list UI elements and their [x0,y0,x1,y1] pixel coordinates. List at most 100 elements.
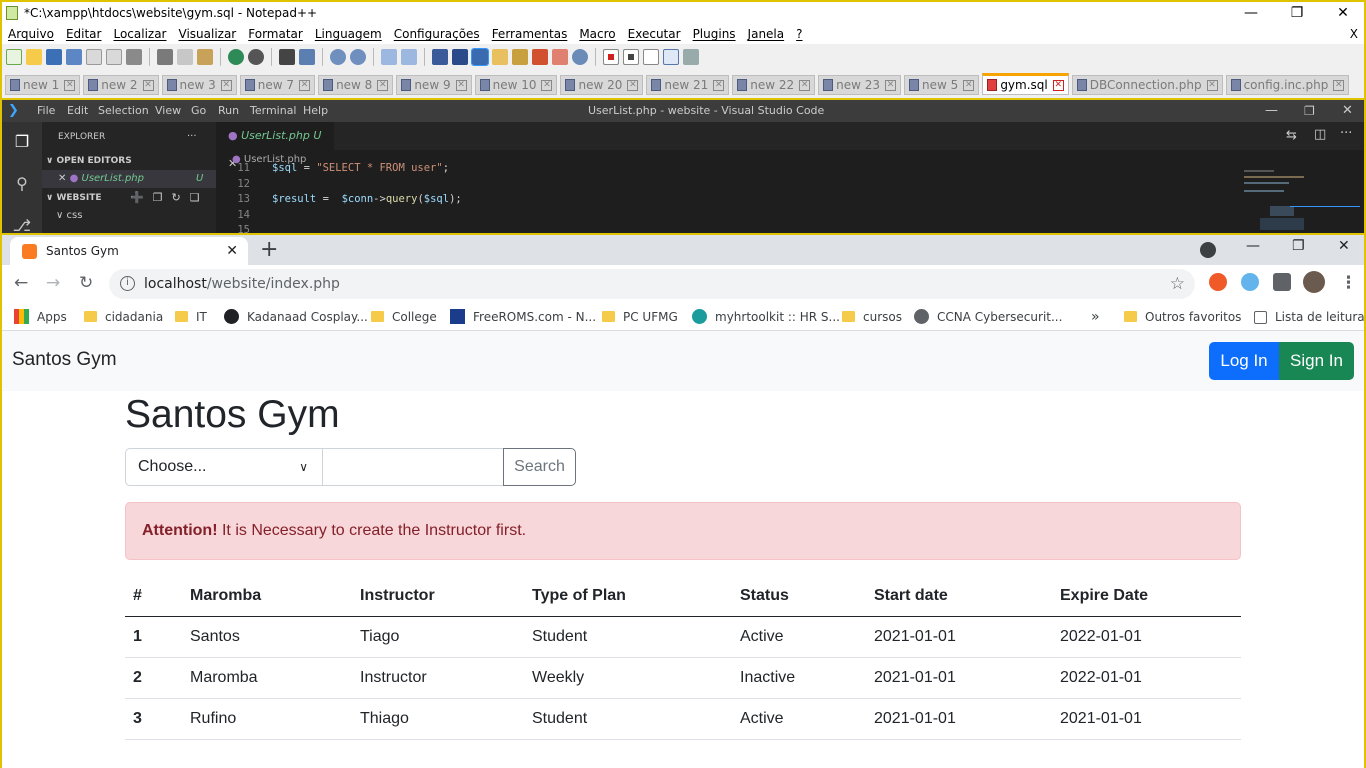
zoom-out-icon[interactable] [350,49,366,65]
npp-tab[interactable]: new 2 ✕ [83,75,159,95]
close-tab-icon[interactable]: ✕ [142,79,154,91]
extensions-puzzle-icon[interactable] [1273,273,1291,291]
vsc-minimize-icon[interactable]: — [1265,100,1278,122]
sync-vertical-icon[interactable] [381,49,397,65]
paste-icon[interactable] [197,49,213,65]
user-defined-lang-icon[interactable] [492,49,508,65]
vsc-menu-help[interactable]: Help [303,100,328,122]
save-all-icon[interactable] [66,49,82,65]
menu-executar[interactable]: Executar [622,24,687,44]
bookmark-it[interactable]: IT [175,303,207,331]
close-tab-icon[interactable]: ✕ [64,79,76,91]
more-actions-icon[interactable]: ··· [187,128,207,146]
workspace-section[interactable]: ∨ WEBSITE ➕❐↻❑ [42,189,216,207]
close-tab-icon[interactable]: ✕ [455,79,467,91]
npp-tab[interactable]: gym.sql ✕ [982,73,1069,95]
bookmark-star-icon[interactable]: ☆ [1170,269,1185,299]
npp-tab[interactable]: new 10 ✕ [474,75,558,95]
npp-tab[interactable]: new 9 ✕ [396,75,472,95]
doc-map-icon[interactable] [512,49,528,65]
minimize-icon[interactable]: — [1228,2,1274,24]
vsc-menu-go[interactable]: Go [191,100,206,122]
cut-icon[interactable] [157,49,173,65]
bookmark-pc-ufmg[interactable]: PC UFMG [602,303,678,331]
reload-icon[interactable]: ↻ [79,273,93,293]
menu-editar[interactable]: Editar [60,24,108,44]
vsc-restore-icon[interactable]: ❐ [1304,100,1315,122]
npp-tab[interactable]: new 21 ✕ [646,75,730,95]
forward-icon[interactable]: → [46,273,60,293]
npp-tab[interactable]: config.inc.php ✕ [1225,75,1350,95]
new-tab-icon[interactable]: + [260,237,278,263]
close-tab-icon[interactable]: ✕ [1333,79,1345,91]
address-bar[interactable]: i localhost/website/index.php ☆ [109,269,1195,299]
menu-help[interactable]: ? [790,24,808,44]
bookmark-cursos[interactable]: cursos [842,303,902,331]
close-all-icon[interactable] [106,49,122,65]
close-document-button[interactable]: X [1350,24,1358,44]
filter-select[interactable]: Choose... ∨ [125,448,323,486]
close-icon[interactable]: ✕ [58,173,66,184]
close-tab-icon[interactable]: ✕ [627,79,639,91]
extension-fire-icon[interactable] [1209,273,1227,291]
open-file-icon[interactable] [26,49,42,65]
function-list-icon[interactable] [532,49,548,65]
open-editors-section[interactable]: ∨ OPEN EDITORS [42,152,216,170]
show-all-chars-icon[interactable] [452,49,468,65]
minimize-icon[interactable]: — [1246,238,1260,254]
reading-list-button[interactable]: Lista de leitura [1254,303,1365,331]
close-tab-icon[interactable]: ✕ [1206,79,1218,91]
bookmark-kadanaad[interactable]: Kadanaad Cosplay... [224,303,368,331]
menu-arquivo[interactable]: Arquivo [2,24,60,44]
more-actions-icon[interactable]: ··· [1340,126,1352,141]
zoom-in-icon[interactable] [330,49,346,65]
npp-tab[interactable]: new 3 ✕ [161,75,237,95]
npp-tab[interactable]: new 22 ✕ [732,75,816,95]
npp-tab[interactable]: new 20 ✕ [560,75,644,95]
npp-tab[interactable]: new 23 ✕ [818,75,902,95]
compare-changes-icon[interactable]: ⇆ [1286,128,1297,143]
copy-icon[interactable] [177,49,193,65]
menu-janela[interactable]: Janela [742,24,791,44]
print-icon[interactable] [126,49,142,65]
vsc-menu-terminal[interactable]: Terminal [250,100,297,122]
close-tab-icon[interactable]: ✕ [220,79,232,91]
split-editor-icon[interactable]: ◫ [1314,127,1326,142]
menu-plugins[interactable]: Plugins [687,24,742,44]
restore-icon[interactable]: ❐ [1274,2,1320,24]
close-icon[interactable]: ✕ [1338,238,1350,254]
close-tab-icon[interactable]: ✕ [541,79,553,91]
vsc-menu-selection[interactable]: Selection [98,100,149,122]
vsc-menu-view[interactable]: View [155,100,181,122]
folder-workspace-icon[interactable] [552,49,568,65]
close-file-icon[interactable] [86,49,102,65]
bookmark-freeroms[interactable]: FreeROMS.com - N... [450,303,596,331]
find-icon[interactable] [279,49,295,65]
bookmark-ccna[interactable]: CCNA Cybersecurit... [914,303,1062,331]
profile-avatar[interactable] [1303,271,1325,293]
source-control-icon[interactable]: ⎇ [12,216,32,233]
word-wrap-icon[interactable] [432,49,448,65]
restore-icon[interactable]: ❐ [1292,238,1305,254]
npp-tab[interactable]: new 1 ✕ [5,75,81,95]
login-button[interactable]: Log In [1209,342,1279,380]
menu-localizar[interactable]: Localizar [107,24,172,44]
menu-formatar[interactable]: Formatar [242,24,309,44]
menu-ferramentas[interactable]: Ferramentas [486,24,574,44]
stop-macro-icon[interactable] [623,49,639,65]
npp-tab[interactable]: new 7 ✕ [239,75,316,95]
close-tab-icon[interactable]: ✕ [885,79,897,91]
back-icon[interactable]: ← [14,273,28,293]
bookmarks-overflow-icon[interactable]: » [1091,303,1100,331]
npp-tab[interactable]: new 5 ✕ [904,75,980,95]
monitoring-icon[interactable] [572,49,588,65]
bookmark-apps[interactable]: Apps [14,303,67,331]
minimap[interactable] [1240,168,1364,233]
browser-tab[interactable]: Santos Gym ✕ [10,237,248,265]
folder-css[interactable]: ∨ css [42,207,216,225]
replace-icon[interactable] [299,49,315,65]
search-icon[interactable]: ⚲ [12,174,32,194]
editor-tab[interactable]: ● UserList.php U ✕ [216,122,334,170]
vsc-menu-run[interactable]: Run [218,100,239,122]
bookmark-myhrtoolkit[interactable]: myhrtoolkit :: HR S... [692,303,840,331]
